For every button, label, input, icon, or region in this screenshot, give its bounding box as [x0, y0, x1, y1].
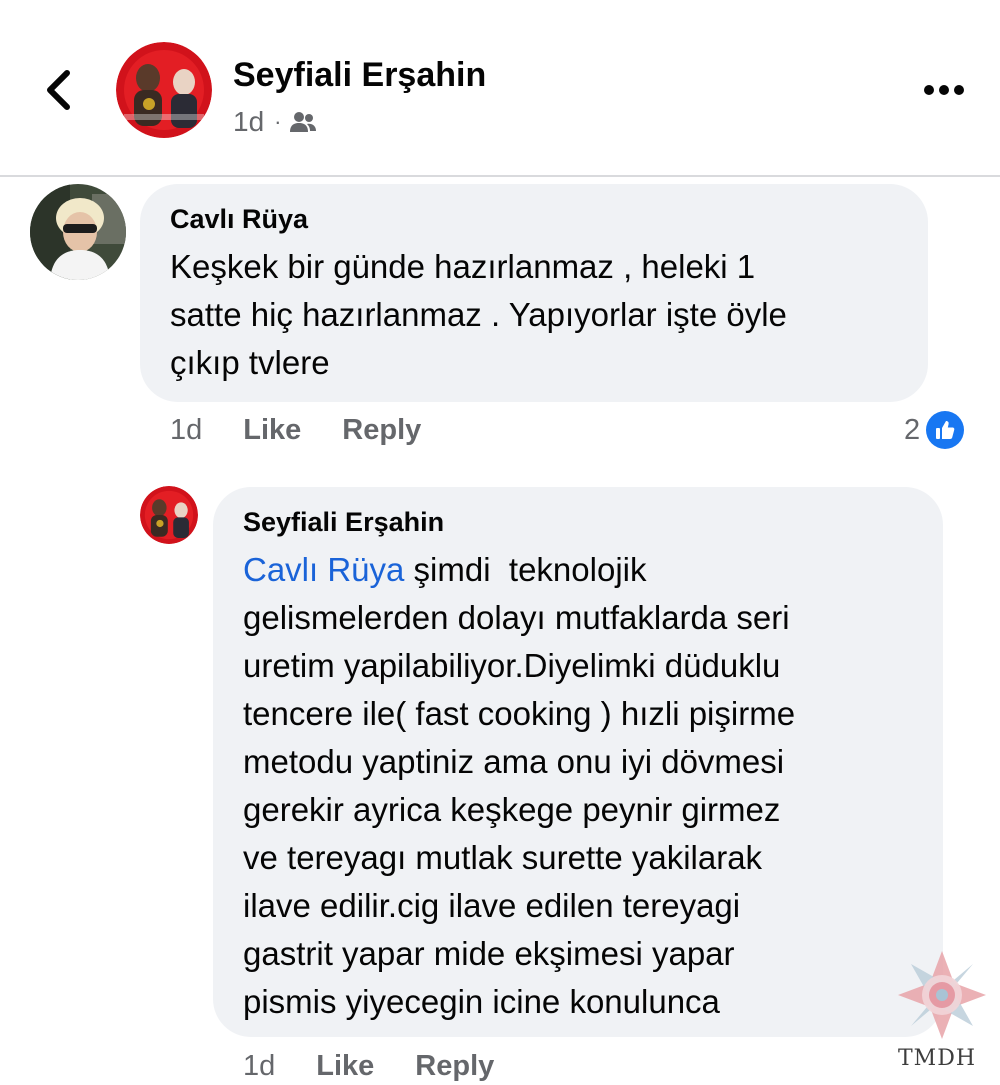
comment-time[interactable]: 1d [170, 414, 202, 447]
reply-text-fragment: şimdi teknolojik [404, 551, 647, 588]
reply-like-button[interactable]: Like [316, 1050, 374, 1083]
reply-text-line: ve tereyagı mutlak surette yakilarak [243, 839, 763, 876]
post-header: Seyfiali Erşahin 1d · [0, 0, 1000, 175]
reply-button[interactable]: Reply [342, 414, 421, 447]
more-options-button[interactable] [912, 68, 976, 112]
comment-text-line: çıkıp tvlere [170, 344, 330, 381]
like-thumb-icon [926, 411, 965, 449]
reply-author[interactable]: Seyfiali Erşahin [243, 507, 913, 538]
header-divider [0, 175, 1000, 177]
reply-time[interactable]: 1d [243, 1050, 275, 1083]
post-time[interactable]: 1d [233, 106, 264, 138]
reaction-count: 2 [904, 413, 921, 446]
comment-author[interactable]: Cavlı Rüya [170, 204, 898, 235]
friends-icon [290, 112, 317, 132]
more-horizontal-icon [924, 85, 964, 95]
reply-text-line: ilave edilir.cig ilave edilen tereyagi [243, 887, 741, 924]
comment-text-line: Keşkek bir günde hazırlanmaz , heleki 1 [170, 248, 756, 285]
reply-text-line: gerekir ayrica keşkege peynir girmez [243, 791, 781, 828]
comment-text: Keşkek bir günde hazırlanmaz , heleki 1 … [170, 243, 898, 387]
mention-link[interactable]: Cavlı Rüya [243, 551, 404, 588]
comment-bubble[interactable]: Cavlı Rüya Keşkek bir günde hazırlanmaz … [140, 184, 928, 402]
meta-separator: · [274, 109, 282, 134]
reply-text-line: gastrit yapar mide ekşimesi yapar [243, 935, 735, 972]
chevron-left-icon [47, 70, 70, 110]
reply-text-line: Cavlı Rüya şimdi teknolojik [243, 546, 913, 594]
comment-actions: 1d Like Reply [170, 414, 421, 447]
reply-text-line: uretim yapilabiliyor.Diyelimki düduklu [243, 647, 781, 684]
post-meta: 1d · [233, 106, 317, 138]
reply-text-line: tencere ile( fast cooking ) hızli pişirm… [243, 695, 796, 732]
like-button[interactable]: Like [243, 414, 301, 447]
back-button[interactable] [28, 58, 88, 122]
watermark-text: TMDH [898, 1046, 977, 1071]
reply-bubble[interactable]: Seyfiali Erşahin Cavlı Rüya şimdi teknol… [213, 487, 943, 1037]
commenter-avatar[interactable] [30, 184, 126, 280]
author-avatar[interactable] [116, 42, 212, 138]
comment-reactions[interactable]: 2 [904, 411, 965, 449]
author-name[interactable]: Seyfiali Erşahin [233, 56, 486, 95]
reply-text-line: gelismelerden dolayı mutfaklarda seri [243, 599, 790, 636]
reply-actions: 1d Like Reply [243, 1050, 494, 1083]
reply-author-avatar[interactable] [140, 486, 198, 544]
reply-text-line: metodu yaptiniz ama onu iyi dövmesi [243, 743, 785, 780]
reply-reply-button[interactable]: Reply [415, 1050, 494, 1083]
reply-text: Cavlı Rüya şimdi teknolojik gelismelerde… [243, 546, 913, 1026]
comment-text-line: satte hiç hazırlanmaz . Yapıyorlar işte … [170, 296, 787, 333]
reply-text-line: pismis yiyecegin icine konulunca [243, 983, 720, 1020]
